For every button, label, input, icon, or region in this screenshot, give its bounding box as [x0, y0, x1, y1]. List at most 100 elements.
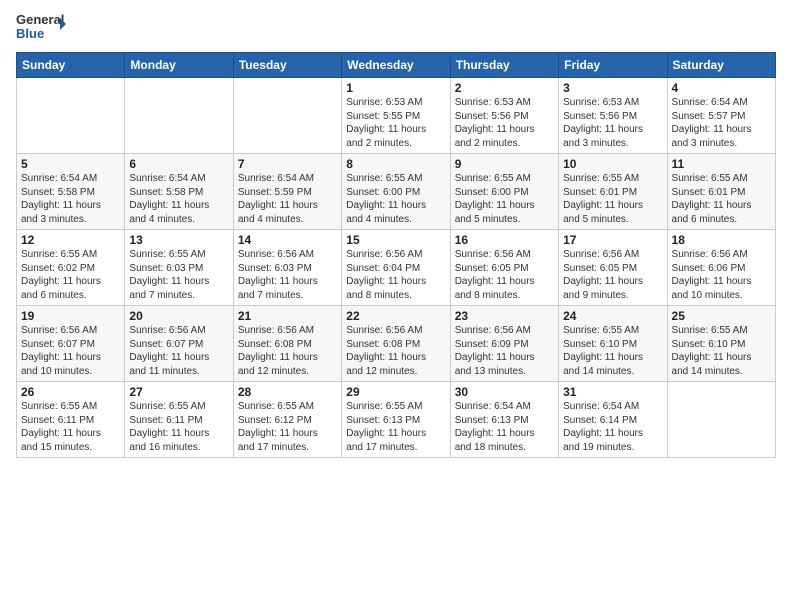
day-number: 6 [129, 157, 228, 171]
day-number: 28 [238, 385, 337, 399]
weekday-sunday: Sunday [17, 53, 125, 78]
day-info: Sunrise: 6:56 AM Sunset: 6:04 PM Dayligh… [346, 248, 445, 302]
day-info: Sunrise: 6:56 AM Sunset: 6:05 PM Dayligh… [455, 248, 554, 302]
calendar-week-5: 26Sunrise: 6:55 AM Sunset: 6:11 PM Dayli… [17, 382, 776, 458]
day-number: 5 [21, 157, 120, 171]
calendar-week-3: 12Sunrise: 6:55 AM Sunset: 6:02 PM Dayli… [17, 230, 776, 306]
calendar-cell: 18Sunrise: 6:56 AM Sunset: 6:06 PM Dayli… [667, 230, 775, 306]
day-number: 30 [455, 385, 554, 399]
day-number: 25 [672, 309, 771, 323]
day-info: Sunrise: 6:55 AM Sunset: 6:11 PM Dayligh… [21, 400, 120, 454]
calendar-cell: 9Sunrise: 6:55 AM Sunset: 6:00 PM Daylig… [450, 154, 558, 230]
calendar-cell: 8Sunrise: 6:55 AM Sunset: 6:00 PM Daylig… [342, 154, 450, 230]
day-info: Sunrise: 6:56 AM Sunset: 6:09 PM Dayligh… [455, 324, 554, 378]
calendar-cell: 3Sunrise: 6:53 AM Sunset: 5:56 PM Daylig… [559, 78, 667, 154]
day-info: Sunrise: 6:53 AM Sunset: 5:56 PM Dayligh… [455, 96, 554, 150]
calendar-cell: 25Sunrise: 6:55 AM Sunset: 6:10 PM Dayli… [667, 306, 775, 382]
day-info: Sunrise: 6:55 AM Sunset: 6:00 PM Dayligh… [455, 172, 554, 226]
calendar-table: SundayMondayTuesdayWednesdayThursdayFrid… [16, 52, 776, 458]
day-info: Sunrise: 6:56 AM Sunset: 6:05 PM Dayligh… [563, 248, 662, 302]
day-number: 20 [129, 309, 228, 323]
day-number: 29 [346, 385, 445, 399]
weekday-monday: Monday [125, 53, 233, 78]
day-number: 19 [21, 309, 120, 323]
weekday-wednesday: Wednesday [342, 53, 450, 78]
weekday-friday: Friday [559, 53, 667, 78]
day-info: Sunrise: 6:53 AM Sunset: 5:55 PM Dayligh… [346, 96, 445, 150]
calendar-cell [233, 78, 341, 154]
day-info: Sunrise: 6:55 AM Sunset: 6:10 PM Dayligh… [672, 324, 771, 378]
page: General Blue SundayMondayTuesdayWednesda… [0, 0, 792, 612]
day-info: Sunrise: 6:56 AM Sunset: 6:07 PM Dayligh… [129, 324, 228, 378]
weekday-saturday: Saturday [667, 53, 775, 78]
calendar-cell: 26Sunrise: 6:55 AM Sunset: 6:11 PM Dayli… [17, 382, 125, 458]
svg-text:General: General [16, 12, 64, 27]
calendar-cell: 1Sunrise: 6:53 AM Sunset: 5:55 PM Daylig… [342, 78, 450, 154]
calendar-cell: 31Sunrise: 6:54 AM Sunset: 6:14 PM Dayli… [559, 382, 667, 458]
calendar-cell: 14Sunrise: 6:56 AM Sunset: 6:03 PM Dayli… [233, 230, 341, 306]
day-number: 13 [129, 233, 228, 247]
calendar-cell [667, 382, 775, 458]
day-number: 21 [238, 309, 337, 323]
day-number: 16 [455, 233, 554, 247]
day-info: Sunrise: 6:56 AM Sunset: 6:07 PM Dayligh… [21, 324, 120, 378]
calendar-cell: 10Sunrise: 6:55 AM Sunset: 6:01 PM Dayli… [559, 154, 667, 230]
day-info: Sunrise: 6:56 AM Sunset: 6:08 PM Dayligh… [346, 324, 445, 378]
svg-text:Blue: Blue [16, 26, 44, 41]
day-info: Sunrise: 6:55 AM Sunset: 6:11 PM Dayligh… [129, 400, 228, 454]
day-info: Sunrise: 6:53 AM Sunset: 5:56 PM Dayligh… [563, 96, 662, 150]
day-number: 9 [455, 157, 554, 171]
calendar-week-1: 1Sunrise: 6:53 AM Sunset: 5:55 PM Daylig… [17, 78, 776, 154]
calendar-cell: 16Sunrise: 6:56 AM Sunset: 6:05 PM Dayli… [450, 230, 558, 306]
day-number: 26 [21, 385, 120, 399]
calendar-cell [125, 78, 233, 154]
header: General Blue [16, 10, 776, 46]
calendar-week-4: 19Sunrise: 6:56 AM Sunset: 6:07 PM Dayli… [17, 306, 776, 382]
logo: General Blue [16, 10, 70, 46]
day-number: 1 [346, 81, 445, 95]
day-info: Sunrise: 6:54 AM Sunset: 5:59 PM Dayligh… [238, 172, 337, 226]
weekday-thursday: Thursday [450, 53, 558, 78]
calendar-cell: 12Sunrise: 6:55 AM Sunset: 6:02 PM Dayli… [17, 230, 125, 306]
calendar-cell: 7Sunrise: 6:54 AM Sunset: 5:59 PM Daylig… [233, 154, 341, 230]
day-info: Sunrise: 6:54 AM Sunset: 5:58 PM Dayligh… [21, 172, 120, 226]
day-number: 10 [563, 157, 662, 171]
day-info: Sunrise: 6:54 AM Sunset: 5:58 PM Dayligh… [129, 172, 228, 226]
day-number: 12 [21, 233, 120, 247]
day-number: 18 [672, 233, 771, 247]
calendar-cell: 6Sunrise: 6:54 AM Sunset: 5:58 PM Daylig… [125, 154, 233, 230]
weekday-tuesday: Tuesday [233, 53, 341, 78]
day-info: Sunrise: 6:54 AM Sunset: 6:13 PM Dayligh… [455, 400, 554, 454]
day-info: Sunrise: 6:54 AM Sunset: 5:57 PM Dayligh… [672, 96, 771, 150]
calendar-cell: 19Sunrise: 6:56 AM Sunset: 6:07 PM Dayli… [17, 306, 125, 382]
calendar-cell: 30Sunrise: 6:54 AM Sunset: 6:13 PM Dayli… [450, 382, 558, 458]
day-info: Sunrise: 6:55 AM Sunset: 6:01 PM Dayligh… [672, 172, 771, 226]
day-number: 24 [563, 309, 662, 323]
calendar-week-2: 5Sunrise: 6:54 AM Sunset: 5:58 PM Daylig… [17, 154, 776, 230]
generalblue-logo-svg: General Blue [16, 10, 66, 46]
weekday-header-row: SundayMondayTuesdayWednesdayThursdayFrid… [17, 53, 776, 78]
day-info: Sunrise: 6:55 AM Sunset: 6:13 PM Dayligh… [346, 400, 445, 454]
day-number: 2 [455, 81, 554, 95]
calendar-cell: 21Sunrise: 6:56 AM Sunset: 6:08 PM Dayli… [233, 306, 341, 382]
day-number: 17 [563, 233, 662, 247]
day-number: 4 [672, 81, 771, 95]
calendar-cell: 23Sunrise: 6:56 AM Sunset: 6:09 PM Dayli… [450, 306, 558, 382]
calendar-cell: 2Sunrise: 6:53 AM Sunset: 5:56 PM Daylig… [450, 78, 558, 154]
day-info: Sunrise: 6:55 AM Sunset: 6:01 PM Dayligh… [563, 172, 662, 226]
day-info: Sunrise: 6:56 AM Sunset: 6:03 PM Dayligh… [238, 248, 337, 302]
calendar-cell: 24Sunrise: 6:55 AM Sunset: 6:10 PM Dayli… [559, 306, 667, 382]
day-number: 8 [346, 157, 445, 171]
day-number: 31 [563, 385, 662, 399]
day-info: Sunrise: 6:55 AM Sunset: 6:00 PM Dayligh… [346, 172, 445, 226]
calendar-cell: 15Sunrise: 6:56 AM Sunset: 6:04 PM Dayli… [342, 230, 450, 306]
day-info: Sunrise: 6:56 AM Sunset: 6:06 PM Dayligh… [672, 248, 771, 302]
day-number: 7 [238, 157, 337, 171]
day-number: 14 [238, 233, 337, 247]
calendar-cell: 20Sunrise: 6:56 AM Sunset: 6:07 PM Dayli… [125, 306, 233, 382]
day-number: 27 [129, 385, 228, 399]
day-info: Sunrise: 6:54 AM Sunset: 6:14 PM Dayligh… [563, 400, 662, 454]
day-info: Sunrise: 6:56 AM Sunset: 6:08 PM Dayligh… [238, 324, 337, 378]
day-info: Sunrise: 6:55 AM Sunset: 6:02 PM Dayligh… [21, 248, 120, 302]
day-number: 15 [346, 233, 445, 247]
